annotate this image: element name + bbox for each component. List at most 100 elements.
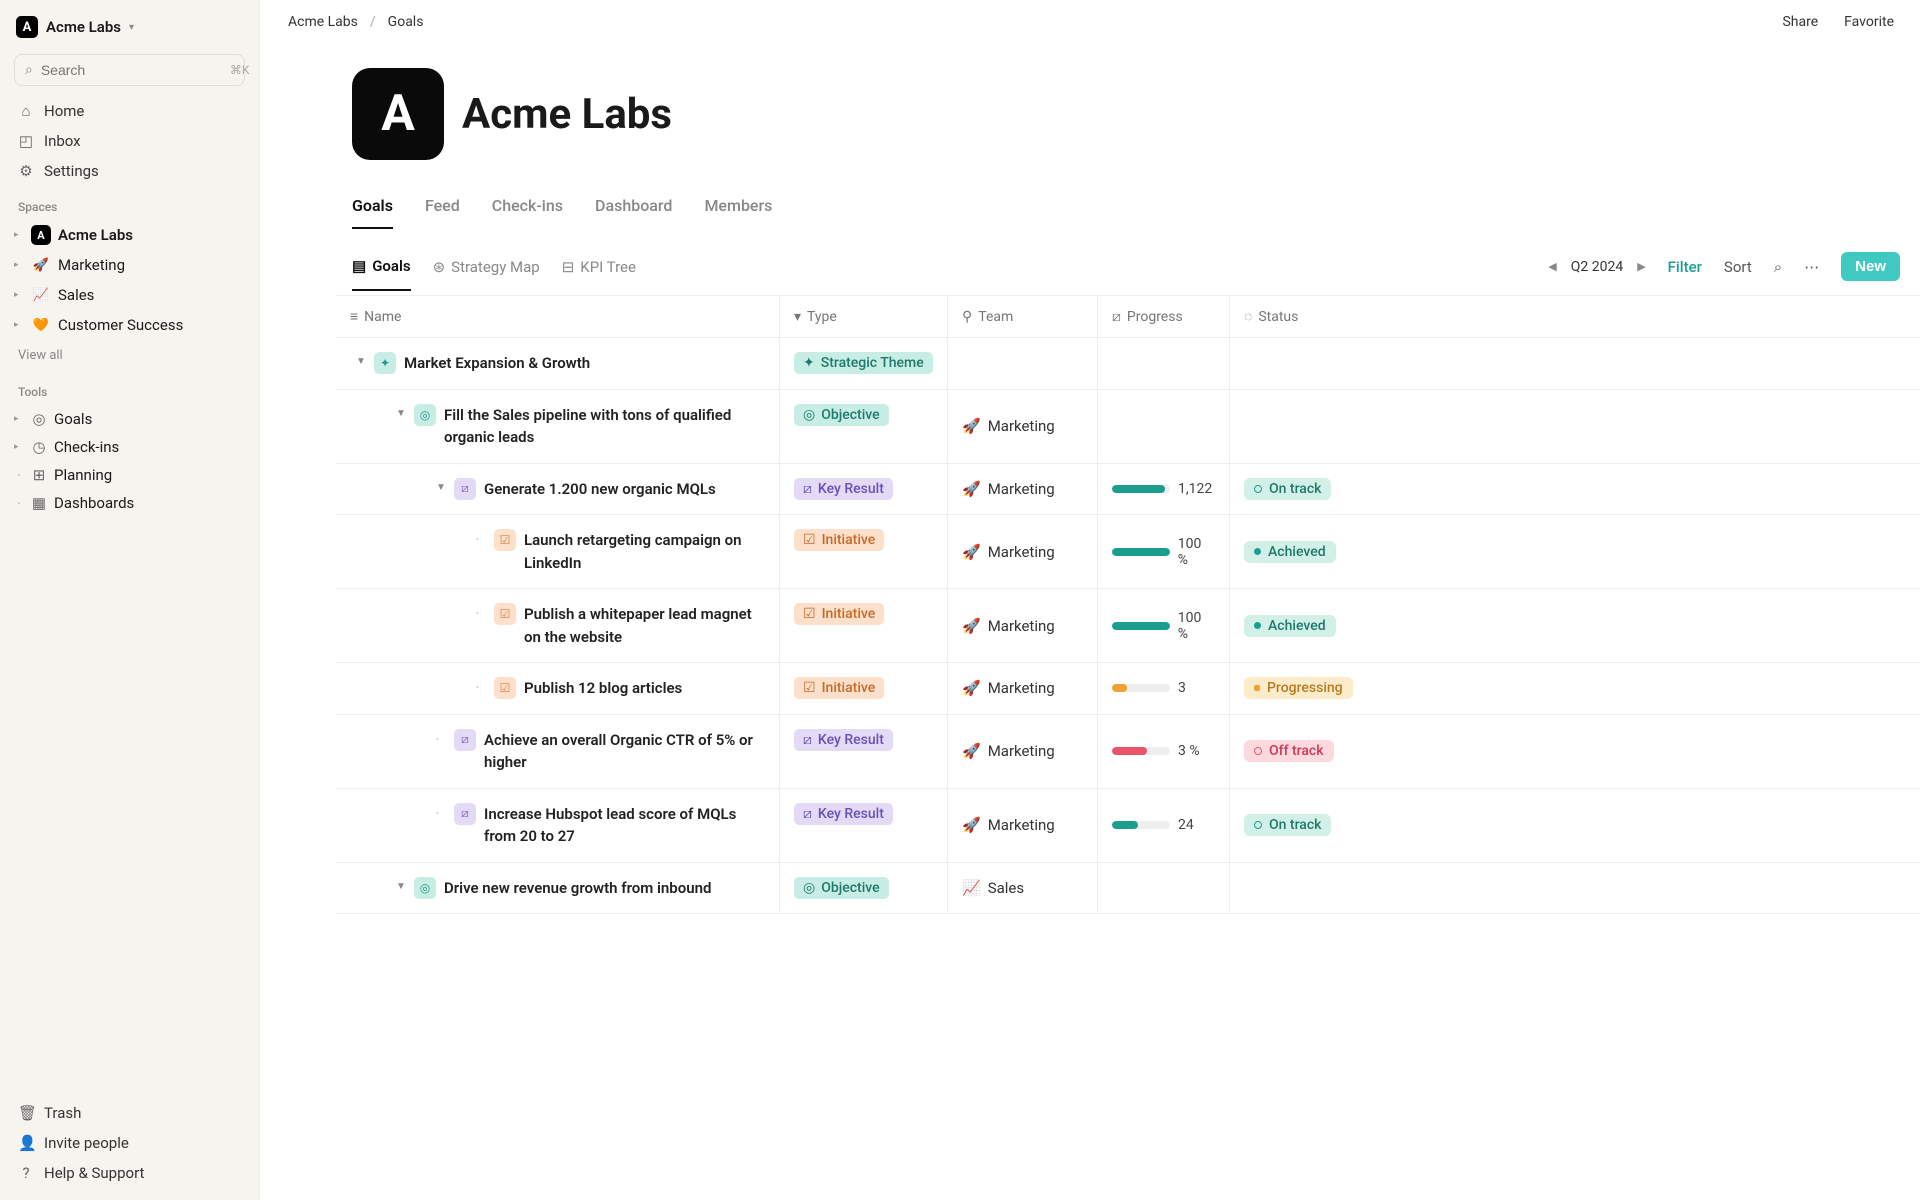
sidebar-space-item[interactable]: ▸📈Sales	[0, 280, 259, 310]
team-chip[interactable]: 🚀Marketing	[962, 742, 1055, 760]
chevron-right-icon[interactable]: ▸	[14, 260, 24, 270]
chevron-right-icon[interactable]: ▸	[14, 442, 24, 452]
nav-trash[interactable]: 🗑 Trash	[0, 1098, 259, 1128]
sort-button[interactable]: Sort	[1724, 258, 1752, 290]
table-row[interactable]: • ☑ Publish 12 blog articles ☑Initiative…	[336, 663, 1920, 715]
breadcrumb-current[interactable]: Goals	[388, 14, 424, 30]
sidebar-space-item[interactable]: ▸🚀Marketing	[0, 250, 259, 280]
search-view-icon[interactable]: ⌕	[1774, 258, 1782, 290]
search-input[interactable]	[41, 62, 222, 78]
period-prev-icon[interactable]: ◀	[1548, 260, 1556, 273]
sidebar-tool-item[interactable]: •⊞Planning	[0, 461, 259, 489]
status-badge[interactable]: Off track	[1244, 740, 1334, 762]
status-dot-icon	[1254, 747, 1262, 755]
type-badge[interactable]: ☑Initiative	[794, 603, 884, 625]
team-emoji-icon: 🚀	[962, 417, 981, 435]
col-name[interactable]: ≡Name	[336, 296, 780, 337]
sidebar-space-item[interactable]: ▸AAcme Labs	[0, 220, 259, 250]
name-cell[interactable]: ▼ ◎ Drive new revenue growth from inboun…	[336, 863, 780, 914]
sidebar-tool-item[interactable]: •▦Dashboards	[0, 489, 259, 517]
view-tab-goals[interactable]: ▤Goals	[352, 257, 411, 291]
toggle-caret-icon[interactable]: ▼	[436, 482, 446, 493]
share-button[interactable]: Share	[1782, 14, 1818, 30]
tab-members[interactable]: Members	[704, 188, 772, 229]
toggle-caret-icon[interactable]: ▼	[356, 356, 366, 367]
team-chip[interactable]: 🚀Marketing	[962, 480, 1055, 498]
toggle-caret-icon[interactable]: ▼	[396, 881, 406, 892]
nav-label: Help & Support	[44, 1164, 144, 1182]
nav-help[interactable]: ? Help & Support	[0, 1158, 259, 1188]
team-chip[interactable]: 📈Sales	[962, 879, 1024, 897]
type-badge[interactable]: ✦Strategic Theme	[794, 352, 933, 374]
chevron-right-icon[interactable]: ▸	[14, 290, 24, 300]
more-icon[interactable]: ⋯	[1804, 258, 1819, 290]
tab-check-ins[interactable]: Check-ins	[492, 188, 563, 229]
status-badge[interactable]: Progressing	[1244, 677, 1353, 699]
type-badge[interactable]: ⧄Key Result	[794, 478, 893, 500]
status-badge[interactable]: Achieved	[1244, 541, 1336, 563]
type-badge[interactable]: ☑Initiative	[794, 529, 884, 551]
table-row[interactable]: • ⧄ Achieve an overall Organic CTR of 5%…	[336, 715, 1920, 789]
team-chip[interactable]: 🚀Marketing	[962, 816, 1055, 834]
team-chip[interactable]: 🚀Marketing	[962, 543, 1055, 561]
breadcrumb-root[interactable]: Acme Labs	[288, 14, 358, 30]
chevron-right-icon[interactable]: ▸	[14, 320, 24, 330]
col-type[interactable]: ▾Type	[780, 296, 948, 337]
status-badge[interactable]: On track	[1244, 478, 1331, 500]
nav-invite[interactable]: 👤 Invite people	[0, 1128, 259, 1158]
view-all-spaces[interactable]: View all	[0, 340, 259, 371]
sidebar-tool-item[interactable]: ▸◷Check-ins	[0, 433, 259, 461]
chevron-right-icon[interactable]: ▸	[14, 230, 24, 240]
nav-settings[interactable]: ⚙ Settings	[0, 156, 259, 186]
type-badge[interactable]: ☑Initiative	[794, 677, 884, 699]
table-row[interactable]: • ☑ Publish a whitepaper lead magnet on …	[336, 589, 1920, 663]
name-cell[interactable]: ▼ ⧄ Generate 1.200 new organic MQLs	[336, 464, 780, 515]
name-cell[interactable]: • ☑ Launch retargeting campaign on Linke…	[336, 515, 780, 588]
workspace-switcher[interactable]: A Acme Labs ▾	[0, 12, 259, 50]
name-cell[interactable]: • ☑ Publish a whitepaper lead magnet on …	[336, 589, 780, 662]
name-cell[interactable]: • ⧄ Achieve an overall Organic CTR of 5%…	[336, 715, 780, 788]
team-chip[interactable]: 🚀Marketing	[962, 417, 1055, 435]
col-progress[interactable]: ⧄Progress	[1098, 296, 1230, 337]
map-icon: ⊞	[31, 466, 47, 484]
col-status[interactable]: ◌Status	[1230, 296, 1920, 337]
view-tab-strategy-map[interactable]: ⊛Strategy Map	[433, 257, 540, 291]
status-badge[interactable]: On track	[1244, 814, 1331, 836]
new-button[interactable]: New	[1841, 252, 1900, 281]
nav-inbox[interactable]: ◰ Inbox	[0, 126, 259, 156]
tab-goals[interactable]: Goals	[352, 188, 393, 229]
team-cell: 🚀Marketing	[948, 589, 1098, 662]
type-badge[interactable]: ◎Objective	[794, 404, 889, 426]
name-cell[interactable]: • ☑ Publish 12 blog articles	[336, 663, 780, 714]
team-chip[interactable]: 🚀Marketing	[962, 617, 1055, 635]
tab-dashboard[interactable]: Dashboard	[595, 188, 672, 229]
row-title: Drive new revenue growth from inbound	[444, 877, 711, 900]
type-badge[interactable]: ⧄Key Result	[794, 729, 893, 751]
name-cell[interactable]: ▼ ✦ Market Expansion & Growth	[336, 338, 780, 389]
status-badge[interactable]: Achieved	[1244, 615, 1336, 637]
type-badge[interactable]: ◎Objective	[794, 877, 889, 899]
table-row[interactable]: ▼ ◎ Drive new revenue growth from inboun…	[336, 863, 1920, 915]
table-row[interactable]: • ⧄ Increase Hubspot lead score of MQLs …	[336, 789, 1920, 863]
col-team[interactable]: ⚲Team	[948, 296, 1098, 337]
search-input-wrapper[interactable]: ⌕ ⌘K	[14, 54, 245, 86]
sidebar-tool-item[interactable]: ▸◎Goals	[0, 405, 259, 433]
sidebar-space-item[interactable]: ▸🧡Customer Success	[0, 310, 259, 340]
nav-home[interactable]: ⌂ Home	[0, 96, 259, 126]
table-row[interactable]: • ☑ Launch retargeting campaign on Linke…	[336, 515, 1920, 589]
tab-feed[interactable]: Feed	[425, 188, 460, 229]
view-tab-kpi-tree[interactable]: ⊟KPI Tree	[562, 257, 636, 291]
name-cell[interactable]: ▼ ◎ Fill the Sales pipeline with tons of…	[336, 390, 780, 463]
table-row[interactable]: ▼ ◎ Fill the Sales pipeline with tons of…	[336, 390, 1920, 464]
name-cell[interactable]: • ⧄ Increase Hubspot lead score of MQLs …	[336, 789, 780, 862]
team-chip[interactable]: 🚀Marketing	[962, 679, 1055, 697]
period-label[interactable]: Q2 2024	[1571, 259, 1623, 275]
chevron-right-icon[interactable]: ▸	[14, 414, 24, 424]
favorite-button[interactable]: Favorite	[1844, 14, 1894, 30]
toggle-caret-icon[interactable]: ▼	[396, 408, 406, 419]
table-row[interactable]: ▼ ✦ Market Expansion & Growth ✦Strategic…	[336, 338, 1920, 390]
filter-button[interactable]: Filter	[1668, 258, 1702, 290]
period-next-icon[interactable]: ▶	[1637, 260, 1645, 273]
type-badge[interactable]: ⧄Key Result	[794, 803, 893, 825]
table-row[interactable]: ▼ ⧄ Generate 1.200 new organic MQLs ⧄Key…	[336, 464, 1920, 516]
